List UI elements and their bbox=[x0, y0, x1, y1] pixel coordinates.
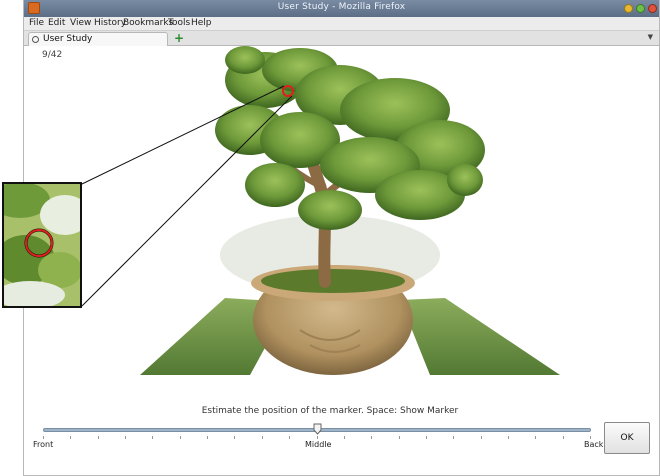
slider-tick bbox=[262, 436, 263, 439]
zoom-inset-frame bbox=[2, 182, 82, 308]
slider-tick bbox=[399, 436, 400, 439]
ground-right bbox=[400, 298, 560, 375]
slider-tick bbox=[152, 436, 153, 439]
instruction-text: Estimate the position of the marker. Spa… bbox=[201, 406, 459, 416]
slider-tick bbox=[98, 436, 99, 439]
slider-tick bbox=[125, 436, 126, 439]
slider-tick bbox=[535, 436, 536, 439]
slider-tick bbox=[43, 436, 44, 439]
slider-tick bbox=[180, 436, 181, 439]
slider-tick bbox=[563, 436, 564, 439]
slider-tick bbox=[426, 436, 427, 439]
slider-tick bbox=[590, 436, 591, 439]
slider-tick bbox=[70, 436, 71, 439]
foliage bbox=[215, 46, 485, 230]
ok-button[interactable]: OK bbox=[604, 422, 650, 454]
slider-label-back: Back bbox=[584, 440, 604, 449]
slider-tick bbox=[207, 436, 208, 439]
slider-tick bbox=[317, 436, 318, 439]
slider-label-front: Front bbox=[33, 440, 54, 449]
pot-soil bbox=[261, 269, 405, 293]
slider-tick bbox=[481, 436, 482, 439]
slider-thumb[interactable] bbox=[313, 423, 322, 435]
slider-label-middle: Middle bbox=[305, 440, 332, 449]
bonsai-scene bbox=[4, 46, 560, 375]
slider-tick bbox=[508, 436, 509, 439]
slider-tick bbox=[453, 436, 454, 439]
slider-tick bbox=[371, 436, 372, 439]
slider-tick bbox=[344, 436, 345, 439]
slider-tick bbox=[289, 436, 290, 439]
slider-tick bbox=[234, 436, 235, 439]
